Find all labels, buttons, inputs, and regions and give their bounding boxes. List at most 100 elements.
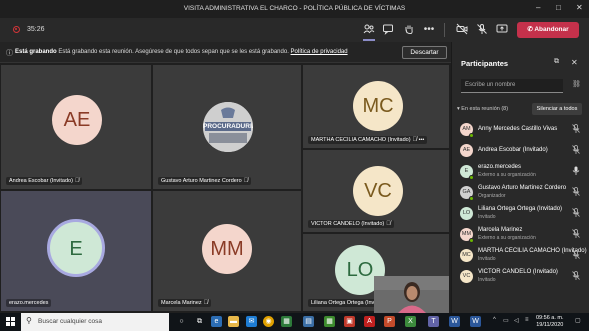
participant-list-item[interactable]: VC VICTOR CANDELO (Invitado) Invitado	[452, 266, 589, 287]
mic-off-icon: 🎙̸	[412, 137, 418, 143]
network-icon[interactable]: ▭	[503, 317, 509, 324]
self-camera-image	[374, 276, 449, 313]
notifications-icon[interactable]: ▢	[575, 317, 581, 324]
tray-chevron-icon[interactable]: ^	[493, 317, 496, 323]
participant-list-item[interactable]: LO Liliana Ortega Ortega (Invitado) Invita…	[452, 203, 589, 224]
popout-icon[interactable]: ⧉	[554, 58, 559, 66]
more-options-icon[interactable]: •••	[419, 137, 425, 143]
participant-name: Gustavo Arturo Martinez Cordero	[478, 185, 567, 191]
acrobat-icon[interactable]: A	[364, 316, 375, 327]
taskbar-search-input[interactable]: ⚲ Buscar cualquier cosa	[21, 313, 169, 331]
avatar-initials: MC	[362, 95, 394, 117]
avatar-initials: E	[464, 168, 469, 174]
participant-list-item[interactable]: MC MARTHA CECILIA CAMACHO (Invitado) Invit…	[452, 245, 589, 266]
chrome-icon[interactable]: ◉	[263, 316, 274, 327]
clock-time: 09:56 a. m.	[536, 315, 564, 321]
banner-text: Está grabando Está grabando esta reunión…	[15, 49, 348, 55]
close-window-button[interactable]: ✕	[576, 3, 583, 12]
mic-off-icon: 🎙̸	[243, 178, 249, 184]
microphone-muted-icon[interactable]	[572, 124, 580, 135]
participant-role: Invitado	[478, 214, 496, 220]
excel-icon[interactable]: X	[405, 316, 416, 327]
system-clock[interactable]: 09:56 a. m. 19/11/2020	[536, 315, 564, 329]
participant-list-item[interactable]: AM Anny Mercedes Castillo Vivas	[452, 119, 589, 140]
avatar-initials: AM	[462, 126, 471, 132]
avatar-initials: MM	[210, 238, 244, 260]
participants-toggle-icon[interactable]	[362, 23, 376, 41]
participant-list-item[interactable]: Eerazo.mercedes Externo a su organización	[452, 161, 589, 182]
avatar-initials: AE	[63, 109, 91, 131]
app-icon[interactable]: W	[470, 316, 481, 327]
video-tile[interactable]: E erazo.mercedes	[1, 191, 151, 311]
mute-all-button[interactable]: Silenciar a todos	[532, 103, 582, 115]
title-bar: VISITA ADMINISTRATIVA EL CHARCO - POLÍTI…	[0, 0, 589, 18]
participant-name-label: Marcela Marinez 🎙̸	[158, 299, 212, 307]
leave-button[interactable]: ✆ Abandonar	[517, 22, 579, 38]
dismiss-button[interactable]: Descartar	[402, 46, 447, 59]
mail-icon[interactable]: ✉	[246, 316, 257, 327]
app-icon[interactable]: ▤	[303, 316, 314, 327]
app-icon[interactable]: ▦	[324, 316, 335, 327]
participant-search-input[interactable]: Escribe un nombre	[461, 79, 563, 93]
search-icon: ⚲	[26, 316, 32, 325]
participant-name-label: Andrea Escobar (Invitado) 🎙̸	[6, 177, 83, 185]
microphone-muted-icon[interactable]	[475, 23, 489, 37]
camera-off-icon[interactable]	[455, 23, 469, 37]
microphone-muted-icon[interactable]	[572, 145, 580, 156]
avatar: AE	[52, 95, 102, 145]
task-view-icon[interactable]: ⧉	[194, 316, 205, 327]
word-icon[interactable]: W	[449, 316, 460, 327]
participant-name: VICTOR CANDELO (Invitado)	[478, 269, 558, 275]
app-icon[interactable]: ▦	[281, 316, 292, 327]
video-tile[interactable]: PROCURADURIA Gustavo Arturo Martinez Cor…	[153, 65, 301, 189]
share-invite-icon[interactable]: ⛓	[572, 80, 581, 88]
participant-name: erazo.mercedes	[9, 300, 49, 306]
cortana-icon[interactable]: ○	[176, 316, 187, 327]
avatar-initials: VC	[462, 273, 471, 279]
participant-list-item[interactable]: AE Andrea Escobar (Invitado)	[452, 140, 589, 161]
microphone-icon[interactable]	[572, 166, 580, 177]
microphone-muted-icon[interactable]	[572, 208, 580, 219]
close-panel-icon[interactable]: ✕	[571, 58, 578, 67]
organization-logo-avatar: PROCURADURIA	[203, 102, 253, 152]
self-video-preview[interactable]	[374, 276, 449, 313]
participant-name-label: MARTHA CECILIA CAMACHO (Invitado) 🎙̸ •••	[308, 136, 428, 144]
participant-list-item[interactable]: MM Marcela Marinez Externo a su organizaci…	[452, 224, 589, 245]
powerpoint-icon[interactable]: P	[384, 316, 395, 327]
participant-name: erazo.mercedes	[478, 164, 522, 170]
video-tile[interactable]: MC MARTHA CECILIA CAMACHO (Invitado) 🎙̸ •…	[303, 65, 449, 148]
presence-status-icon	[469, 133, 474, 138]
participant-name: Gustavo Arturo Martinez Cordero	[161, 178, 242, 184]
windows-start-icon[interactable]	[6, 317, 16, 327]
share-screen-icon[interactable]	[495, 23, 509, 37]
edge-icon[interactable]: e	[211, 316, 222, 327]
participant-list-item[interactable]: GA Gustavo Arturo Martinez Cordero Organiz…	[452, 182, 589, 203]
avatar-initials: AE	[462, 147, 471, 153]
call-controls-bar: 35:26 ••• ✆ Abandonar	[0, 18, 589, 42]
chat-icon[interactable]	[381, 23, 395, 37]
raise-hand-icon[interactable]	[402, 23, 416, 37]
language-icon[interactable]: ≡	[525, 317, 529, 323]
avatar: MM	[202, 224, 252, 274]
minimize-button[interactable]: –	[536, 3, 540, 12]
microphone-muted-icon[interactable]	[572, 271, 580, 282]
microphone-muted-icon[interactable]	[572, 187, 580, 198]
privacy-policy-link[interactable]: Política de privacidad	[291, 49, 348, 55]
maximize-button[interactable]: □	[556, 3, 561, 12]
clock-date: 19/11/2020	[536, 322, 564, 328]
more-actions-icon[interactable]: •••	[422, 23, 436, 37]
app-icon[interactable]: ▣	[344, 316, 355, 327]
volume-icon[interactable]: ◁	[514, 317, 519, 324]
participant-name: Andrea Escobar (Invitado)	[478, 147, 548, 153]
microphone-muted-icon[interactable]	[572, 229, 580, 240]
avatar: AE	[460, 144, 473, 157]
video-tile[interactable]: VC VICTOR CANDELO (Invitado) 🎙̸	[303, 150, 449, 232]
avatar-initials: GA	[462, 189, 471, 195]
video-tile[interactable]: MM Marcela Marinez 🎙̸	[153, 191, 301, 311]
in-meeting-section-header[interactable]: ▾ En esta reunión (8)	[457, 106, 508, 112]
teams-icon[interactable]: T	[428, 316, 439, 327]
file-explorer-icon[interactable]: ▬	[228, 316, 239, 327]
video-tile[interactable]: AE Andrea Escobar (Invitado) 🎙̸	[1, 65, 151, 189]
participant-name-label: erazo.mercedes	[6, 299, 52, 307]
microphone-muted-icon[interactable]	[572, 250, 580, 261]
